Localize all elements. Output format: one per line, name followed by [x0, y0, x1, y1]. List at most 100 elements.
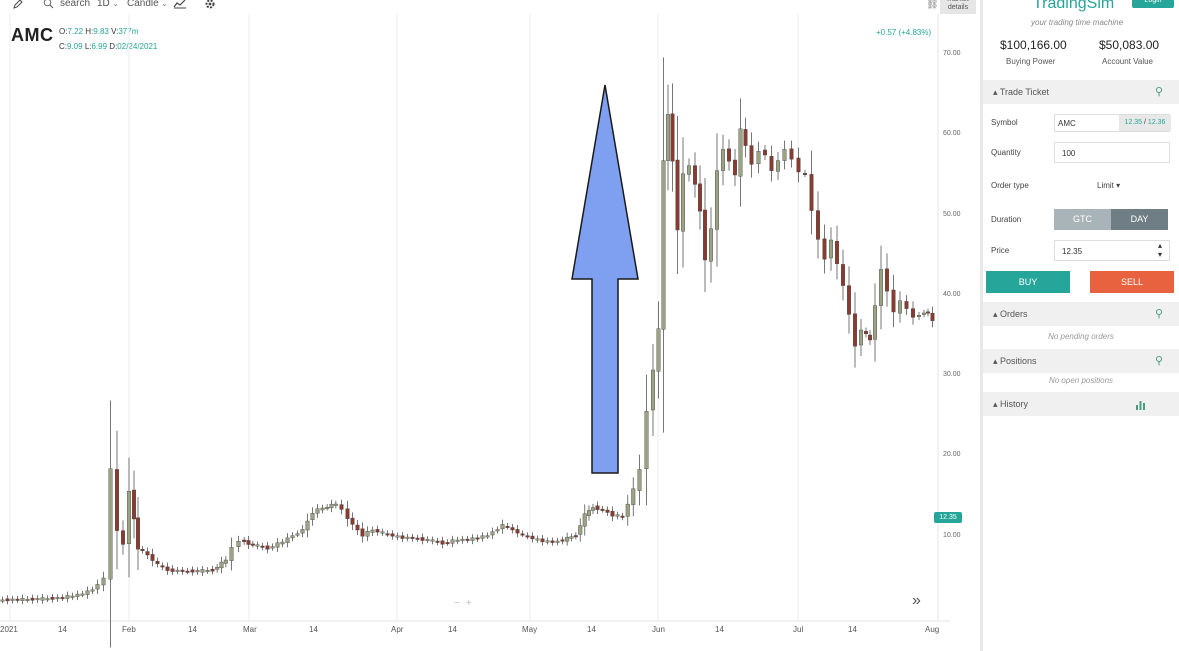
account-value-value: $50,083.00 — [1099, 38, 1160, 52]
candle-down — [822, 238, 827, 260]
positions-header[interactable]: ▴ Positions ⚲ — [983, 349, 1179, 373]
quantity-label: Quantity — [991, 148, 1021, 157]
candlestick-chart[interactable] — [0, 14, 980, 651]
interval-dropdown[interactable]: 1D ⌄ — [97, 0, 118, 9]
candle-up — [40, 597, 45, 601]
login-button[interactable]: Login — [1132, 0, 1174, 8]
candle-down — [530, 535, 535, 540]
zoom-out-button[interactable]: − — [454, 598, 466, 609]
candle-up — [470, 537, 475, 541]
price-input-value: 12.35 — [1062, 247, 1083, 256]
positions-empty-note: No open positions — [1048, 376, 1114, 385]
candle-up — [480, 535, 485, 539]
history-header[interactable]: ▴ History — [983, 392, 1179, 416]
candle-up — [738, 128, 743, 177]
candle-up — [215, 567, 220, 570]
candle-down — [520, 533, 525, 536]
zoom-in-button[interactable]: + — [466, 598, 478, 609]
date-tick: Aug — [925, 625, 940, 634]
pencil-icon[interactable] — [12, 0, 24, 13]
symbol-input[interactable]: AMC 12.35 / 12.36 — [1054, 114, 1171, 132]
candle-down — [743, 129, 748, 146]
paperclip-icon[interactable]: ⚲ — [1155, 354, 1163, 367]
sell-button[interactable]: SELL — [1090, 271, 1174, 293]
ask-price: 12.36 — [1147, 119, 1166, 126]
candle-down — [114, 469, 119, 531]
buy-button[interactable]: BUY — [986, 271, 1070, 293]
order-type-value: Limit — [1097, 181, 1114, 190]
candle-down — [789, 148, 794, 160]
candle-up — [776, 160, 781, 172]
candle-up — [922, 312, 927, 315]
account-value-label: Account Value — [1102, 57, 1153, 66]
date-tick: Jun — [652, 625, 665, 634]
candle-up — [85, 590, 90, 595]
candle-up — [315, 508, 320, 514]
duration-day-button[interactable]: DAY — [1111, 209, 1168, 230]
candle-down — [853, 313, 858, 347]
candle-down — [605, 509, 610, 513]
buying-power-label: Buying Power — [1006, 57, 1056, 66]
stepper-arrows-icon[interactable]: ▴ ▾ — [1158, 241, 1162, 259]
candle-down — [350, 517, 355, 525]
candle-down — [435, 540, 440, 543]
candle-down — [160, 565, 165, 568]
settings-gear-icon[interactable] — [204, 0, 216, 13]
orders-title: Orders — [1000, 309, 1028, 319]
candle-up — [651, 369, 656, 411]
candle-up — [782, 149, 787, 161]
paperclip-icon[interactable]: ⚲ — [1155, 307, 1163, 320]
candle-down — [620, 515, 625, 518]
market-details-button[interactable]: market details — [940, 0, 976, 14]
candle-up — [615, 514, 620, 517]
link-icon[interactable]: ⛓ — [926, 0, 939, 10]
candle-down — [515, 529, 520, 534]
candle-up — [405, 536, 410, 539]
paperclip-icon[interactable]: ⚲ — [1155, 85, 1163, 98]
price-stepper[interactable]: 12.35 ▴ ▾ — [1054, 240, 1170, 261]
candle-down — [841, 264, 846, 286]
trade-ticket-header[interactable]: ▴ Trade Ticket ⚲ — [983, 80, 1179, 104]
candle-up — [310, 513, 315, 521]
date-tick: Feb — [122, 625, 136, 634]
collapse-caret-icon: ▴ — [993, 309, 1001, 319]
orders-header[interactable]: ▴ Orders ⚲ — [983, 302, 1179, 326]
candle-down — [600, 508, 605, 511]
candle-up — [535, 538, 540, 541]
chart-type-dropdown[interactable]: Candle ⌄ — [127, 0, 167, 9]
candle-up — [35, 598, 40, 601]
date-tick: 14 — [587, 625, 596, 634]
candle-down — [809, 174, 814, 211]
candle-down — [749, 145, 754, 165]
candle-up — [195, 570, 200, 573]
candle-down — [165, 566, 170, 571]
candle-down — [475, 537, 480, 540]
candle-up — [90, 589, 95, 592]
candle-up — [0, 599, 5, 602]
search-input[interactable]: search — [60, 0, 90, 9]
candle-up — [587, 510, 592, 516]
candle-up — [229, 547, 234, 561]
bar-chart-icon[interactable] — [1135, 399, 1146, 412]
order-type-dropdown[interactable]: Limit ▾ — [1097, 181, 1120, 190]
candle-up — [681, 173, 686, 232]
candle-up — [721, 149, 726, 171]
annotation-up-arrow — [571, 84, 639, 474]
trading-panel: TradingSim Login your trading time machi… — [983, 0, 1179, 651]
candle-up — [565, 536, 570, 542]
candle-up — [917, 315, 922, 318]
candle-up — [75, 593, 80, 597]
scroll-to-latest-button[interactable]: » — [912, 592, 921, 610]
candle-up — [275, 542, 280, 548]
indicators-icon[interactable] — [173, 0, 187, 12]
date-tick: Apr — [391, 625, 404, 634]
candle-up — [450, 539, 455, 544]
candle-down — [250, 543, 255, 546]
search-icon[interactable] — [43, 0, 54, 12]
duration-gtc-button[interactable]: GTC — [1054, 209, 1111, 230]
trade-ticket-title: Trade Ticket — [999, 87, 1050, 97]
candle-up — [666, 114, 671, 161]
candle-down — [131, 489, 136, 520]
price-tick: 50.00 — [943, 211, 961, 218]
quantity-input[interactable]: 100 — [1054, 142, 1170, 163]
